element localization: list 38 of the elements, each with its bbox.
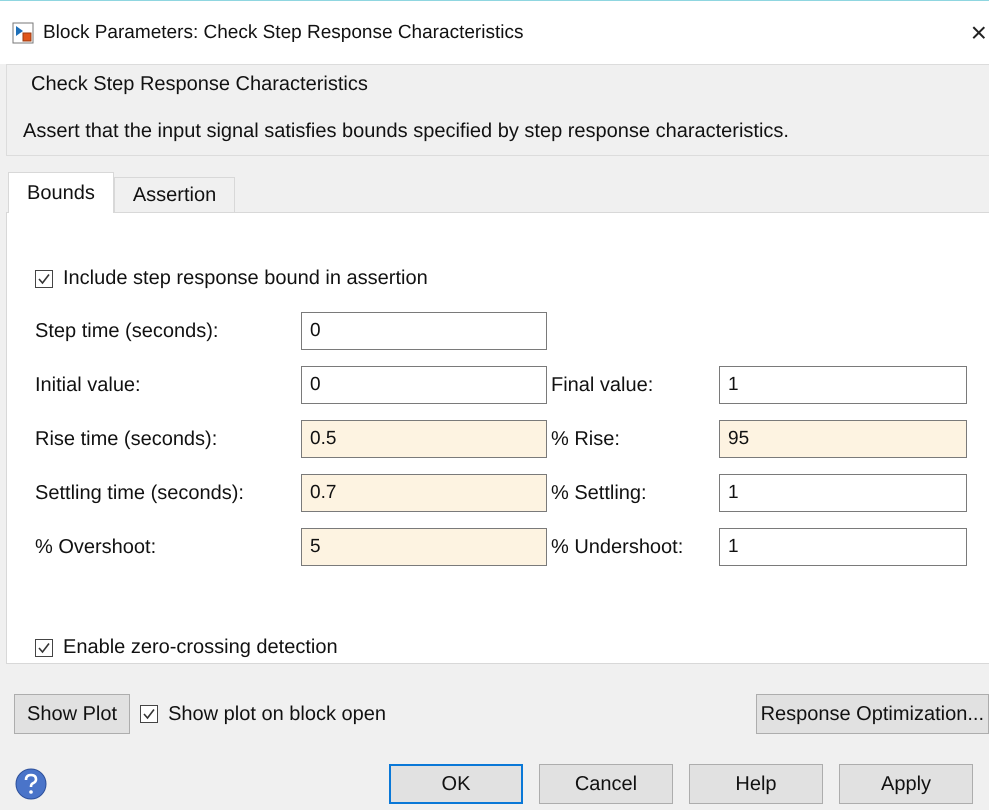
checkbox[interactable] [140, 705, 158, 723]
input-field[interactable]: 1 [719, 366, 967, 404]
tab[interactable]: Bounds [8, 172, 114, 213]
input-field[interactable]: 0 [301, 366, 547, 404]
checkbox-label: Include step response bound in assertion [63, 267, 428, 290]
field-label: Step time (seconds): [35, 320, 220, 342]
field-label: Final value: [551, 374, 654, 396]
checkbox-label: Enable zero-crossing detection [63, 636, 338, 659]
field-label: % Rise: [551, 428, 621, 450]
show-plot-button[interactable]: Show Plot [14, 694, 130, 734]
close-button[interactable]: × [970, 18, 989, 46]
description-text: Assert that the input signal satisfies bounds specified by step response characteristics. [23, 120, 790, 143]
checkbox-label: Show plot on block open [168, 702, 386, 726]
field-label: % Settling: [551, 482, 648, 504]
window-title: Block Parameters: Check Step Response Characteristics [43, 22, 524, 44]
input-field[interactable]: 95 [719, 420, 967, 458]
checkbox[interactable] [35, 638, 53, 656]
response-optimization-button[interactable]: Response Optimization... [756, 694, 989, 734]
app-icon [12, 22, 34, 44]
field-label: Rise time (seconds): [35, 428, 218, 450]
dialog-button[interactable]: Help [689, 764, 823, 804]
dialog-button[interactable]: Cancel [539, 764, 673, 804]
help-icon [14, 767, 48, 801]
field-label: % Overshoot: [35, 536, 158, 558]
field-label: Initial value: [35, 374, 142, 396]
input-field[interactable]: 0.5 [301, 420, 547, 458]
checkbox[interactable] [35, 270, 53, 288]
input-field[interactable]: 0 [301, 312, 547, 350]
field-label: Settling time (seconds): [35, 482, 245, 504]
dialog-button[interactable]: OK [389, 764, 523, 804]
input-field[interactable]: 0.7 [301, 474, 547, 512]
input-field[interactable]: 1 [719, 528, 967, 566]
input-field[interactable]: 5 [301, 528, 547, 566]
group-title: Check Step Response Characteristics [30, 73, 369, 96]
dialog-button[interactable]: Apply [839, 764, 973, 804]
input-field[interactable]: 1 [719, 474, 967, 512]
field-label: % Undershoot: [551, 536, 684, 558]
tab[interactable]: Assertion [114, 177, 236, 212]
